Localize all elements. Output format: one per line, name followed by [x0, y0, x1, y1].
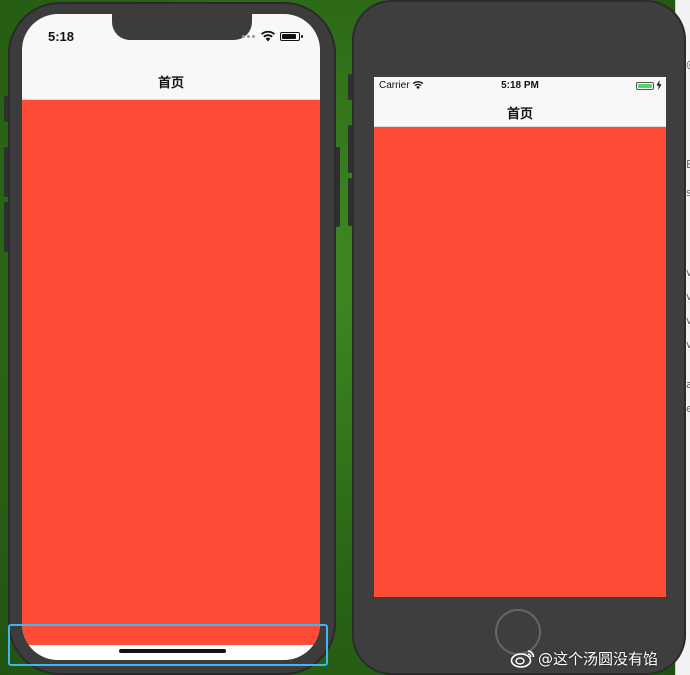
- iphone-8-screen: Carrier 5:18 PM 首页: [374, 77, 666, 597]
- background-window-char: v: [686, 314, 690, 327]
- iphone-8-simulator: Carrier 5:18 PM 首页: [348, 0, 686, 675]
- volume-up-button[interactable]: [348, 125, 353, 173]
- background-window-char: e: [686, 402, 690, 415]
- navigation-bar: 首页: [22, 58, 320, 100]
- background-window-char: E: [686, 158, 690, 171]
- status-bar: Carrier 5:18 PM: [374, 77, 666, 95]
- main-content-view[interactable]: [374, 127, 666, 597]
- side-power-button[interactable]: [335, 147, 340, 227]
- nav-title: 首页: [506, 106, 533, 121]
- iphone-x-screen: 5:18 首页: [22, 14, 320, 660]
- background-window-char: @: [686, 58, 690, 71]
- status-time: 5:18: [48, 29, 75, 44]
- background-window-char: a: [686, 378, 690, 391]
- background-window-char: v: [686, 290, 690, 303]
- charging-bolt-icon: [656, 80, 662, 90]
- background-window-char: v: [686, 266, 690, 279]
- background-window-char: s: [686, 186, 690, 199]
- nav-title: 首页: [157, 75, 184, 90]
- mute-switch[interactable]: [348, 74, 353, 100]
- navigation-bar: 首页: [374, 95, 666, 127]
- wifi-icon: [260, 30, 276, 42]
- volume-down-button[interactable]: [4, 202, 9, 252]
- background-window-char: v: [686, 338, 690, 351]
- iphone-x-simulator: 5:18 首页: [4, 2, 340, 675]
- status-bar: 5:18: [22, 14, 320, 58]
- mute-switch[interactable]: [4, 96, 9, 122]
- battery-icon: [280, 32, 303, 41]
- watermark: @这个汤圆没有馅: [510, 646, 686, 670]
- home-indicator-highlight: [8, 624, 328, 666]
- status-icons: [242, 30, 304, 44]
- volume-up-button[interactable]: [4, 147, 9, 197]
- volume-down-button[interactable]: [348, 178, 353, 226]
- weibo-icon: [510, 650, 535, 668]
- status-time: 5:18 PM: [501, 80, 539, 91]
- signal-dots-icon: [242, 35, 256, 38]
- battery-icon: [636, 82, 654, 90]
- watermark-text: @这个汤圆没有馅: [538, 650, 659, 668]
- notch: [112, 14, 252, 40]
- main-content-view[interactable]: [22, 100, 320, 645]
